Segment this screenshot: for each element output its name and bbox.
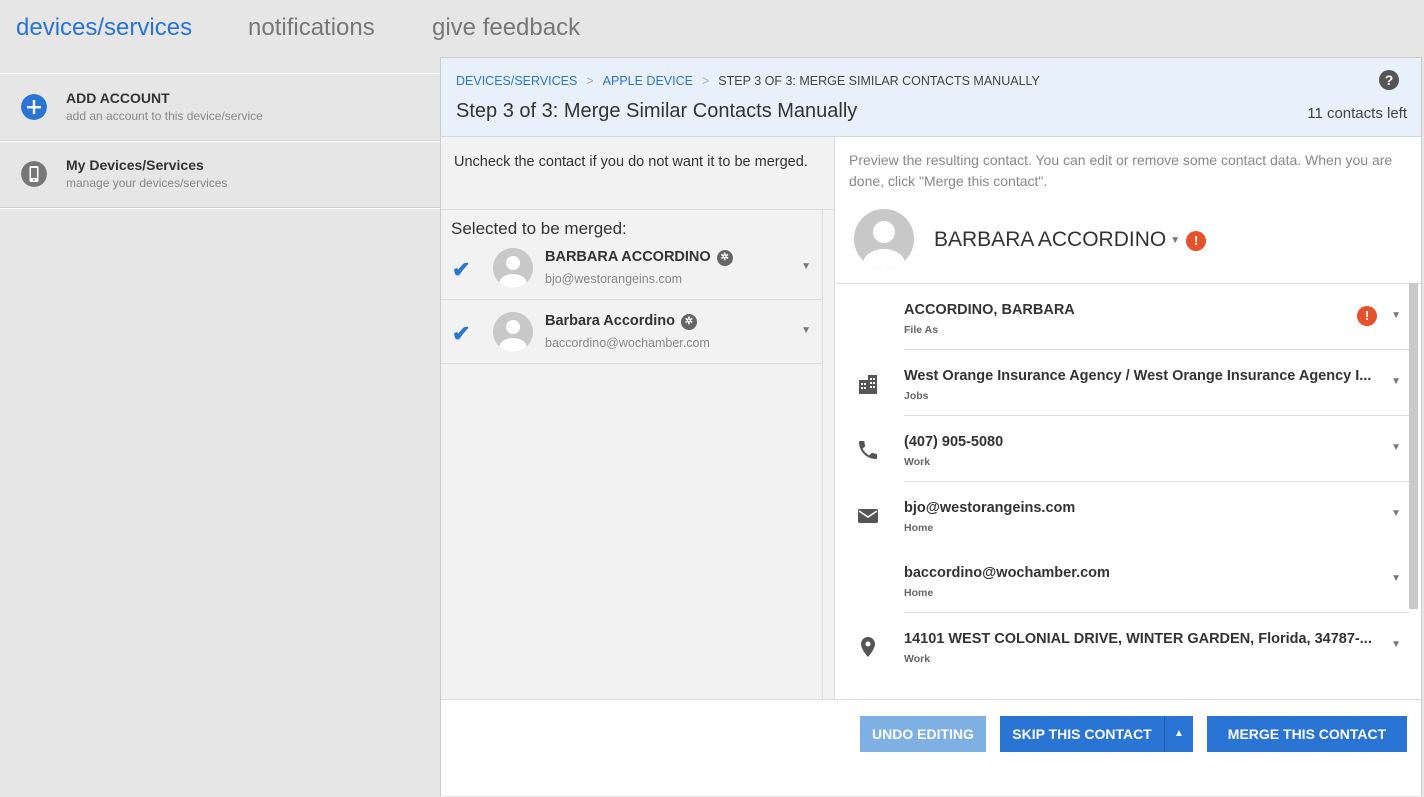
- chevron-down-icon[interactable]: ▼: [1391, 573, 1401, 584]
- phone-icon: [859, 441, 877, 459]
- scrollbar[interactable]: [1409, 283, 1418, 609]
- chevron-down-icon[interactable]: ▼: [1391, 639, 1401, 650]
- field-value: 14101 WEST COLONIAL DRIVE, WINTER GARDEN…: [904, 631, 1372, 647]
- phone-icon: [21, 161, 47, 187]
- merged-contact-name-text: BARBARA ACCORDINO: [934, 228, 1167, 251]
- chevron-down-icon[interactable]: ▼: [1391, 442, 1401, 453]
- selected-title: Selected to be merged:: [451, 219, 627, 238]
- chevron-down-icon[interactable]: ▼: [1391, 376, 1401, 387]
- location-pin-icon: [861, 637, 875, 657]
- merge-contact-button[interactable]: MERGE THIS CONTACT: [1207, 716, 1407, 752]
- breadcrumb-separator: >: [701, 74, 710, 88]
- skip-contact-button[interactable]: SKIP THIS CONTACT: [1000, 716, 1164, 752]
- plus-circle-icon: [21, 94, 47, 120]
- chevron-down-icon[interactable]: ▼: [801, 325, 811, 336]
- sidebar-item-subtitle: add an account to this device/service: [66, 109, 263, 123]
- source-icon: ✲: [681, 314, 697, 330]
- merge-candidates-column: Uncheck the contact if you do not want i…: [441, 137, 835, 699]
- field-value: bjo@westorangeins.com: [904, 500, 1076, 516]
- breadcrumb: DEVICES/SERVICES > APPLE DEVICE > STEP 3 OF …: [456, 74, 1040, 88]
- field-row-email[interactable]: bjo@westorangeins.com Home ▼: [836, 482, 1409, 548]
- building-icon: [859, 375, 877, 394]
- undo-editing-button[interactable]: UNDO EDITING: [860, 716, 986, 752]
- divider: [822, 209, 823, 699]
- field-value: ACCORDINO, BARBARA: [904, 302, 1075, 318]
- page-title: Step 3 of 3: Merge Similar Contacts Manu…: [456, 100, 858, 122]
- chevron-down-icon[interactable]: ▼: [1391, 310, 1401, 321]
- uncheck-instruction: Uncheck the contact if you do not want i…: [454, 154, 808, 170]
- nav-devices-services[interactable]: devices/services: [16, 14, 192, 42]
- breadcrumb-apple-device[interactable]: APPLE DEVICE: [603, 74, 693, 88]
- top-nav: devices/services notifications give feed…: [0, 0, 1424, 60]
- source-icon: ✲: [716, 250, 733, 266]
- field-row-jobs[interactable]: West Orange Insurance Agency / West Oran…: [836, 350, 1409, 416]
- skip-menu-caret-icon[interactable]: ▲: [1164, 716, 1193, 752]
- contacts-left-count: 11 contacts left: [1307, 105, 1407, 122]
- sidebar-item-subtitle: manage your devices/services: [66, 176, 228, 190]
- breadcrumb-devices-services[interactable]: DEVICES/SERVICES: [456, 74, 577, 88]
- contact-email: baccordino@wochamber.com: [545, 336, 710, 350]
- sidebar-item-title: ADD ACCOUNT: [66, 90, 170, 106]
- field-label: File As: [904, 324, 939, 336]
- field-row-file-as[interactable]: ACCORDINO, BARBARA File As ! ▼: [836, 284, 1409, 350]
- nav-notifications[interactable]: notifications: [248, 14, 375, 42]
- sidebar-item-add-account[interactable]: ADD ACCOUNT add an account to this devic…: [0, 74, 440, 141]
- breadcrumb-separator: >: [586, 74, 594, 88]
- field-label: Work: [904, 456, 931, 468]
- field-value: baccordino@wochamber.com: [904, 565, 1110, 581]
- contact-name-text: Barbara Accordino: [545, 313, 675, 329]
- contact-name: Barbara Accordino ✲: [545, 313, 697, 330]
- merged-contact-name[interactable]: BARBARA ACCORDINO ▼!: [934, 228, 1207, 252]
- field-label: Home: [904, 587, 934, 599]
- help-icon[interactable]: ?: [1379, 70, 1399, 90]
- sidebar-item-my-devices[interactable]: My Devices/Services manage your devices/…: [0, 141, 440, 208]
- field-label: Work: [904, 653, 931, 665]
- sidebar: ADD ACCOUNT add an account to this devic…: [0, 73, 440, 208]
- warning-gear-icon: !: [1186, 231, 1207, 251]
- field-row-address[interactable]: 14101 WEST COLONIAL DRIVE, WINTER GARDEN…: [836, 613, 1409, 679]
- chevron-down-icon[interactable]: ▼: [1391, 508, 1401, 519]
- preview-instruction: Preview the resulting contact. You can e…: [849, 152, 1393, 189]
- field-value: West Orange Insurance Agency / West Oran…: [904, 368, 1372, 384]
- action-footer: UNDO EDITING SKIP THIS CONTACT ▲ MERGE T…: [441, 699, 1421, 796]
- field-row-phone[interactable]: (407) 905-5080 Work ▼: [836, 416, 1409, 482]
- merge-panel: DEVICES/SERVICES > APPLE DEVICE > STEP 3 OF …: [440, 57, 1422, 796]
- mail-icon: [858, 509, 878, 523]
- merge-preview-column: Preview the resulting contact. You can e…: [836, 137, 1421, 699]
- contact-email: bjo@westorangeins.com: [545, 272, 683, 286]
- field-row-email[interactable]: baccordino@wochamber.com Home ▼: [836, 547, 1409, 613]
- field-value: (407) 905-5080: [904, 434, 1004, 450]
- avatar: [493, 248, 533, 288]
- panel-header: DEVICES/SERVICES > APPLE DEVICE > STEP 3 OF …: [441, 58, 1421, 137]
- field-label: Jobs: [904, 390, 929, 402]
- breadcrumb-current: STEP 3 OF 3: MERGE SIMILAR CONTACTS MANU…: [718, 74, 1040, 88]
- check-icon[interactable]: ✔: [452, 257, 470, 283]
- divider: [441, 209, 835, 210]
- nav-give-feedback[interactable]: give feedback: [432, 14, 580, 42]
- field-label: Home: [904, 522, 934, 534]
- warning-gear-icon: !: [1357, 306, 1377, 326]
- chevron-down-icon[interactable]: ▼: [801, 261, 811, 272]
- avatar: [854, 209, 914, 269]
- caret-down-icon[interactable]: ▼: [1170, 235, 1180, 246]
- contact-row[interactable]: ✔ BARBARA ACCORDINO ✲ bjo@westorangeins.c…: [441, 237, 821, 300]
- contact-name-text: BARBARA ACCORDINO: [545, 249, 711, 265]
- contact-row[interactable]: ✔ Barbara Accordino ✲ baccordino@wochambe…: [441, 301, 821, 364]
- contact-name: BARBARA ACCORDINO ✲: [545, 249, 733, 266]
- check-icon[interactable]: ✔: [452, 321, 470, 347]
- avatar: [493, 312, 533, 352]
- sidebar-item-title: My Devices/Services: [66, 157, 204, 173]
